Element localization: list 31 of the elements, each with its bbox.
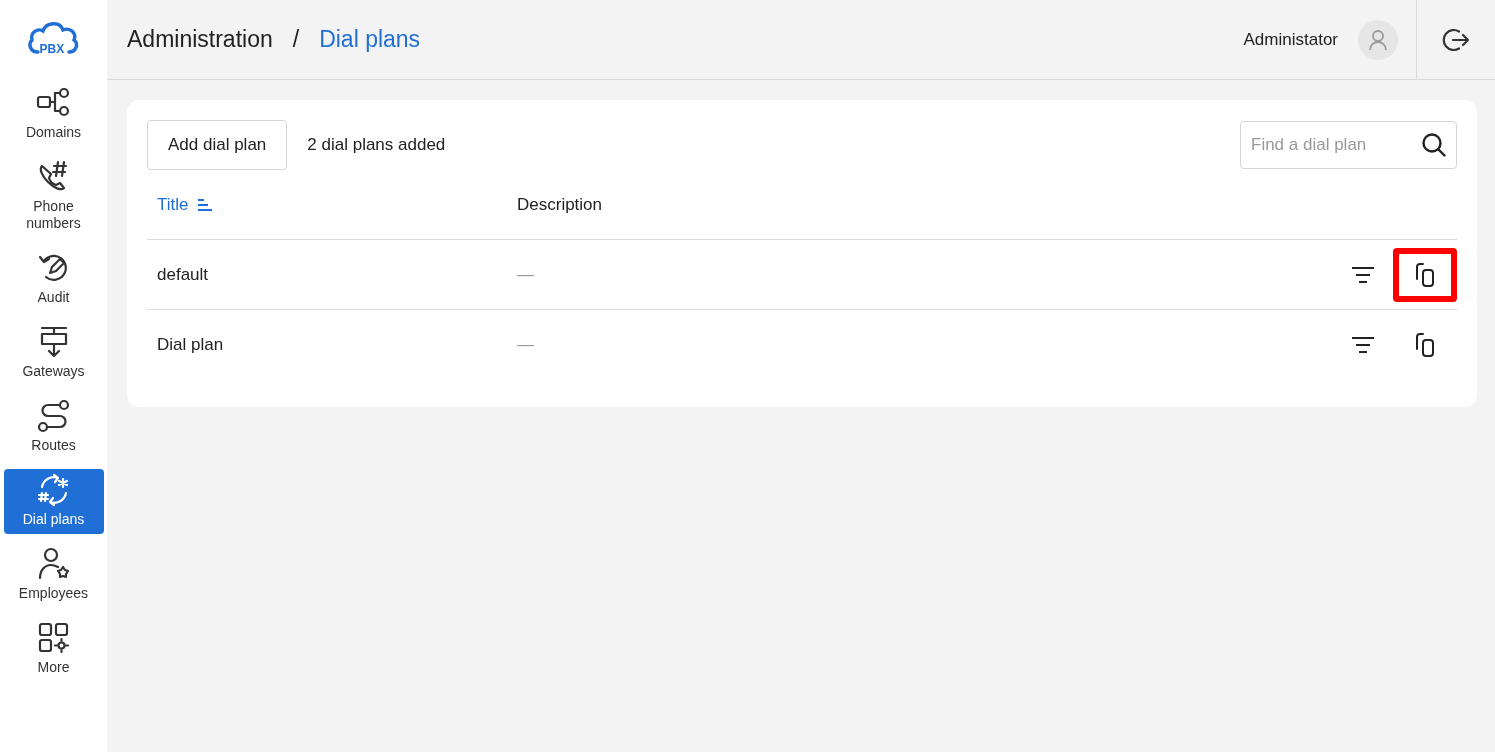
nav-item[interactable]: Dial plans <box>3 469 104 534</box>
column-header[interactable]: Description <box>517 194 1457 215</box>
description-cell-text: — <box>517 264 535 285</box>
sort-icon <box>196 197 213 212</box>
logo-text: PBX <box>39 42 65 56</box>
breadcrumb-current: Dial plans <box>319 26 421 53</box>
breadcrumb-parent[interactable]: Administration <box>127 26 273 53</box>
search-field[interactable]: Find a dial plan <box>1240 121 1457 169</box>
filter-icon <box>1351 335 1375 354</box>
user-name: Administator <box>1243 29 1338 50</box>
title-cell-text: default <box>156 264 210 285</box>
nav-item[interactable]: Gateways <box>3 321 104 386</box>
dial-plan-count: 2 dial plans added <box>307 135 447 155</box>
nav-item[interactable]: Audit <box>3 247 104 312</box>
nav-item[interactable]: Domains <box>3 82 104 147</box>
copy-icon <box>1414 331 1436 358</box>
breadcrumb-separator: / <box>292 26 300 53</box>
search-icon <box>1421 132 1447 158</box>
copy-button[interactable] <box>1393 247 1457 302</box>
copy-icon <box>1414 261 1436 288</box>
route-icon <box>35 399 72 433</box>
add-dial-plan-button[interactable]: Add dial plan <box>147 120 288 170</box>
title-cell-text: Dial plan <box>156 334 225 355</box>
filter-icon <box>1351 265 1375 284</box>
pbx-logo[interactable]: PBX <box>25 18 82 62</box>
nav-item[interactable]: Phone numbers <box>3 156 104 238</box>
column-header[interactable]: Title <box>147 194 517 215</box>
nav-item[interactable]: More <box>3 617 104 682</box>
nav-item[interactable]: Employees <box>3 543 104 608</box>
description-cell-text: — <box>517 334 535 355</box>
nav-item[interactable]: Routes <box>3 395 104 460</box>
